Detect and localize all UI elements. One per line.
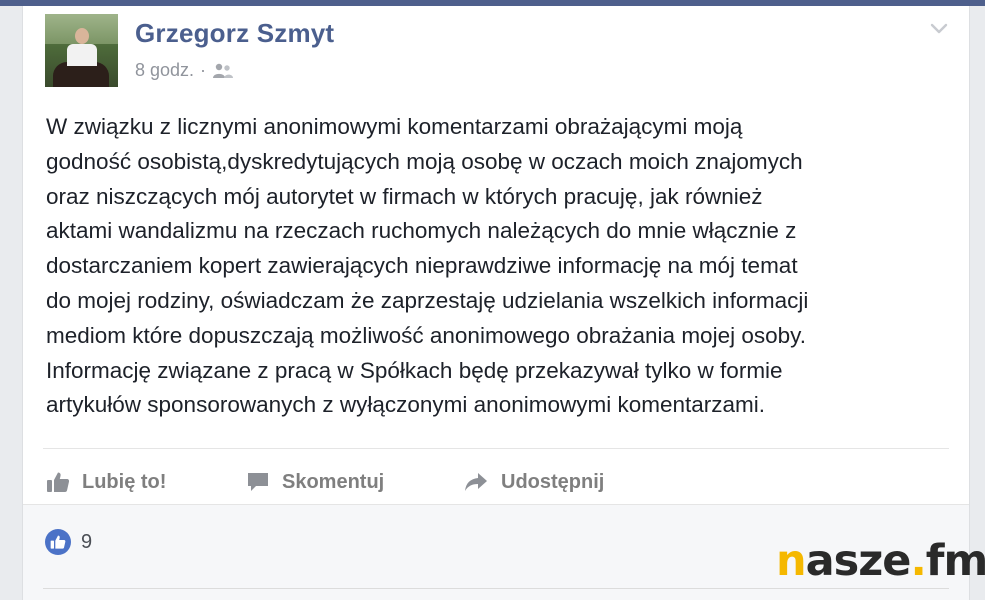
avatar[interactable] [45,14,118,87]
logo-letter-n: n [776,536,807,586]
avatar-head [75,28,89,44]
comment-button[interactable]: Skomentuj [246,460,384,504]
post-text-line: W związku z licznymi anonimowymi komenta… [46,114,743,139]
reactions-top-border [23,504,969,511]
meta-separator: · [200,60,207,80]
logo-suffix: fm [925,536,985,586]
avatar-shirt [67,44,97,66]
like-badge-icon [45,529,71,555]
speech-bubble-icon [248,473,268,491]
like-label: Lubię to! [82,470,167,493]
thumbs-up-icon [47,472,70,492]
bottom-divider [43,588,949,589]
post-text-line: Informację związane z pracą w Spółkach b… [46,357,783,383]
chevron-down-icon[interactable] [929,18,949,38]
post-text-line: aktami wandalizmu na rzeczach ruchomych … [46,218,797,244]
logo-dot: . [910,536,926,586]
comment-label: Skomentuj [282,470,385,493]
friends-icon[interactable] [212,62,234,80]
share-arrow-icon [465,473,487,491]
post-text-line: godność osobistą,dyskredytujących moją o… [46,148,803,174]
like-count[interactable]: 9 [81,531,92,554]
author-name[interactable]: Grzegorz Szmyt [135,18,334,49]
post-actions: Lubię to! Skomentuj Udostępnij [43,460,949,504]
post-meta: 8 godz. · [135,60,234,81]
post-card: Grzegorz Szmyt 8 godz. · W związku z lic… [22,6,970,600]
post-time[interactable]: 8 godz. [135,60,194,81]
post-text-line: artykułów sponsorowanych z wyłączonymi a… [46,392,766,418]
post-text-line: oraz niszczących mój autorytet w firmach… [46,183,763,209]
post-text-line: dostarczaniem kopert zawierających niepr… [46,253,798,279]
nasze-fm-logo: nasze.fm [776,540,985,583]
share-button[interactable]: Udostępnij [463,460,604,504]
logo-text: asze [805,536,912,586]
share-label: Udostępnij [501,470,605,493]
post-text-line: mediom które dopuszczają możliwość anoni… [46,322,806,348]
post-text-line: do mojej rodziny, oświadczam że zaprzest… [46,287,809,313]
actions-divider [43,448,949,449]
like-button[interactable]: Lubię to! [46,460,166,504]
post-text: W związku z licznymi anonimowymi komenta… [46,110,946,423]
